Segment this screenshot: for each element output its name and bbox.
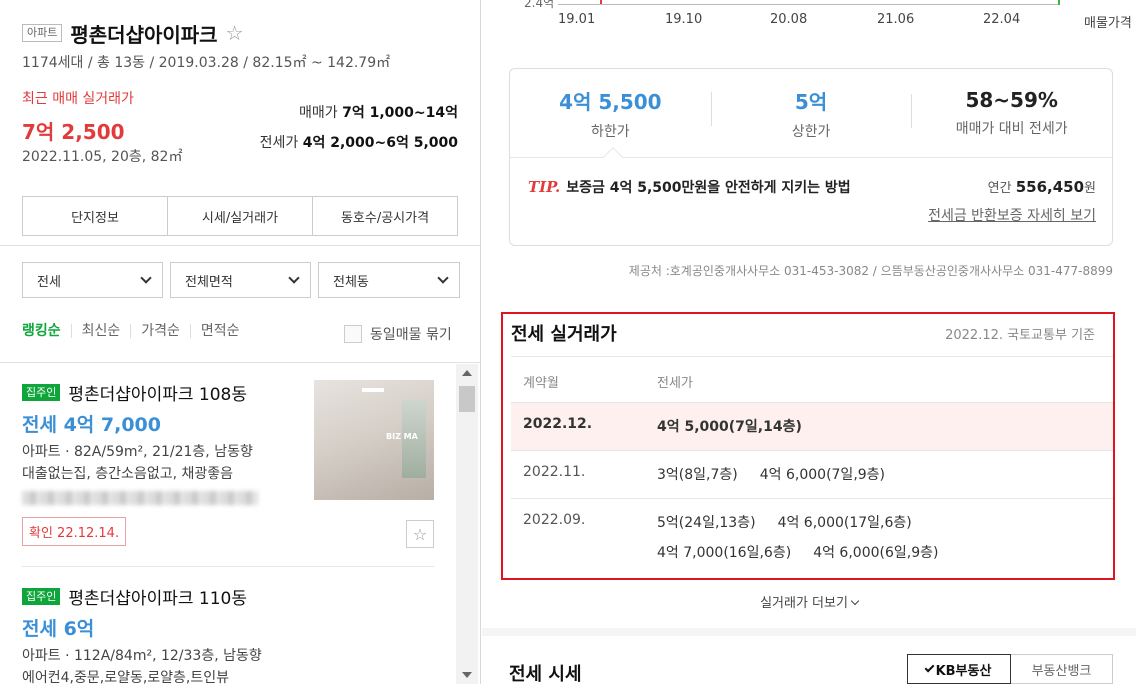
tip-text: 보증금 4억 5,500만원을 안전하게 지키는 방법	[566, 180, 851, 196]
blurred-agent-info	[22, 491, 258, 505]
jeonse-deals-section: 전세 실거래가 2022.12. 국토교통부 기준 계약월 전세가 2022.1…	[501, 312, 1115, 580]
col-header-date: 계약월	[523, 376, 559, 391]
x-end-label: 매물가격	[1084, 16, 1132, 31]
listing-name: 평촌더샵아이파크 108동	[68, 385, 247, 405]
sort-area[interactable]: 면적순	[189, 324, 250, 338]
more-deals-button[interactable]: 실거래가 더보기	[482, 592, 1136, 611]
complex-name: 평촌더샵아이파크	[70, 22, 218, 47]
provider-info: 제공처 :호계공인중개사사무소 031-453-3082 / 으뜸부동산공인중개…	[628, 264, 1113, 278]
owner-tag: 집주인	[22, 384, 61, 401]
chart-mark-green	[1058, 0, 1060, 5]
same-listing-checkbox[interactable]	[344, 325, 362, 343]
thumbnail-watermark: BIZ MA	[386, 432, 418, 441]
x-axis-line	[558, 4, 1058, 5]
chevron-down-icon	[850, 596, 860, 606]
complex-header: 아파트 평촌더샵아이파크 ☆ 1174세대 / 총 13동 / 2019.03.…	[0, 0, 480, 236]
chevron-down-icon	[288, 272, 300, 284]
scroll-down-icon[interactable]	[462, 672, 472, 678]
market-title: 전세 시세	[509, 664, 582, 684]
price-summary-box: 4억 5,500 하한가 5억 상한가 58~59% 매매가 대비 전세가 TI…	[509, 68, 1113, 246]
jeonse-range: 전세가 4억 2,000~6억 5,000	[259, 135, 458, 151]
complex-summary: 1174세대 / 총 13동 / 2019.03.28 / 82.15㎡ ~ 1…	[22, 55, 391, 71]
area-select[interactable]: 전체면적	[170, 262, 311, 298]
scroll-up-icon[interactable]	[462, 370, 472, 376]
listing-panel: 아파트 평촌더샵아이파크 ☆ 1174세대 / 총 13동 / 2019.03.…	[0, 0, 481, 684]
price-block: 최근 매매 실거래가 7억 2,500 2022.11.05, 20층, 82㎡…	[22, 72, 458, 172]
section-title: 전세 실거래가	[511, 324, 617, 345]
tip-row: TIP. 보증금 4억 5,500만원을 안전하게 지키는 방법	[528, 177, 851, 197]
list-item[interactable]: 집주인 평촌더샵아이파크 108동 전세 4억 7,000 아파트 · 82A/…	[22, 380, 434, 548]
trade-type-select[interactable]: 전세	[22, 262, 163, 298]
y-tick: 2.4억	[524, 0, 555, 10]
listing-scrollbar[interactable]	[456, 364, 478, 684]
filter-row: 전세 전체면적 전체동	[22, 262, 460, 298]
listing-spec: 아파트 · 112A/84m², 12/33층, 남동향	[22, 648, 262, 664]
detail-panel: 2.4억 19.01 19.10 20.08 21.06 22.04 매물가격 …	[482, 0, 1136, 684]
chevron-down-icon	[437, 272, 449, 284]
x-tick: 22.04	[983, 12, 1021, 27]
table-row: 2022.12. 4억 5,000(7일,14층)	[511, 402, 1113, 450]
stat-lower: 4억 5,500 하한가	[559, 89, 662, 140]
tab-complex-info[interactable]: 단지정보	[23, 197, 167, 235]
divider	[0, 245, 480, 246]
same-listing-toggle[interactable]: 동일매물 묶기	[344, 324, 452, 344]
tab-unit-price[interactable]: 동호수/공시가격	[312, 197, 457, 235]
sort-price[interactable]: 가격순	[130, 324, 190, 338]
listing-list: 집주인 평촌더샵아이파크 108동 전세 4억 7,000 아파트 · 82A/…	[0, 364, 456, 684]
kb-tab[interactable]: KB부동산	[907, 654, 1011, 684]
recent-deal-label: 최근 매매 실거래가	[22, 91, 134, 107]
recent-deal-price: 7억 2,500	[22, 120, 125, 144]
divider	[0, 362, 480, 363]
x-tick: 19.10	[665, 12, 703, 27]
tab-price[interactable]: 시세/실거래가	[167, 197, 312, 235]
owner-tag: 집주인	[22, 588, 61, 605]
listing-price: 전세 6억	[22, 618, 95, 640]
table-row: 2022.11. 3억(8일,7층) 4억 6,000(7일,9층)	[523, 464, 886, 483]
stat-upper: 5억 상한가	[710, 86, 912, 141]
tip-label: TIP.	[528, 178, 561, 196]
listing-thumbnail[interactable]: BIZ MA	[314, 380, 434, 500]
sort-ranking[interactable]: 랭킹순	[22, 324, 71, 338]
x-tick: 20.08	[770, 12, 808, 27]
star-icon: ☆	[412, 524, 428, 544]
section-source: 2022.12. 국토교통부 기준	[945, 328, 1095, 343]
scroll-thumb[interactable]	[459, 386, 475, 412]
stat-ratio: 58~59% 매매가 대비 전세가	[911, 88, 1112, 138]
complex-tabs: 단지정보 시세/실거래가 동호수/공시가격	[22, 196, 458, 236]
check-icon	[924, 662, 935, 673]
x-tick: 21.06	[877, 12, 915, 27]
table-row: 2022.09. 5억(24일,13층) 4억 6,000(17일,6층) 4억 …	[523, 512, 939, 561]
type-badge: 아파트	[22, 24, 63, 42]
favorite-button[interactable]: ☆	[406, 520, 434, 548]
listing-name: 평촌더샵아이파크 110동	[68, 589, 247, 609]
sale-range: 매매가 7억 1,000~14억	[299, 105, 458, 121]
listing-desc: 에어컨4,중문,로얄동,로얄층,트인뷰	[22, 670, 230, 684]
x-tick: 19.01	[558, 12, 596, 27]
confirm-badge: 확인 22.12.14.	[22, 517, 127, 546]
building-select[interactable]: 전체동	[318, 262, 460, 298]
chart-mark-red	[600, 0, 602, 4]
star-icon[interactable]: ☆	[226, 21, 244, 45]
divider	[22, 566, 434, 567]
recent-deal-date: 2022.11.05, 20층, 82㎡	[22, 149, 183, 165]
chevron-down-icon	[140, 272, 152, 284]
guarantee-link[interactable]: 전세금 반환보증 자세히 보기	[928, 205, 1096, 225]
bank-tab[interactable]: 부동산뱅크	[1011, 654, 1113, 684]
sort-options: 랭킹순 최신순 가격순 면적순	[22, 324, 250, 338]
annual-fee: 연간 556,450원	[987, 178, 1096, 196]
col-header-price: 전세가	[657, 376, 693, 391]
sort-latest[interactable]: 최신순	[70, 324, 131, 338]
list-item[interactable]: 집주인 평촌더샵아이파크 110동 전세 6억 아파트 · 112A/84m²,…	[22, 584, 434, 684]
